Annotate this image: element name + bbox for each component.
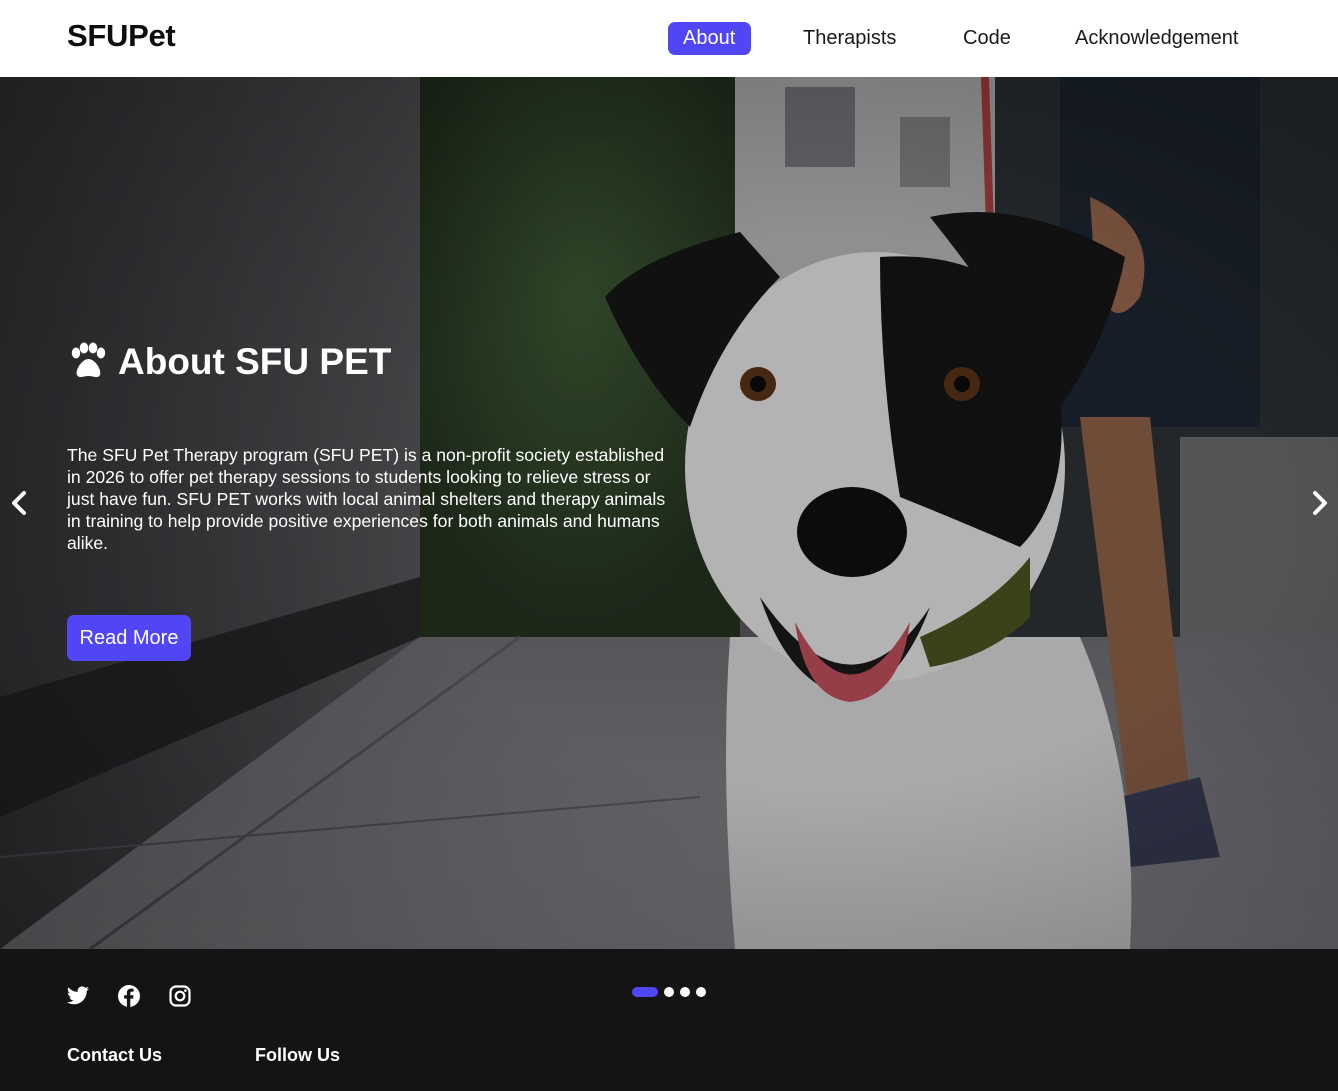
carousel-dot-2[interactable] [664,987,674,997]
chevron-right-icon[interactable] [1304,488,1334,518]
nav-item-acknowledgement[interactable]: Acknowledgement [1075,22,1238,55]
hero-title: About SFU PET [67,339,391,385]
footer-heading-follow: Follow Us [255,1045,340,1065]
nav-item-therapists[interactable]: Therapists [803,22,896,55]
site-logo[interactable]: SFUPet [67,18,176,54]
facebook-icon[interactable] [117,984,141,1008]
carousel-dot-4[interactable] [696,987,706,997]
twitter-icon[interactable] [66,984,90,1008]
hero-slide-content: About SFU PET The SFU Pet Therapy progra… [0,77,1338,949]
carousel-dot-3[interactable] [680,987,690,997]
nav-item-code[interactable]: Code [963,22,1011,55]
carousel-dot-1[interactable] [632,987,658,997]
paw-icon [71,342,106,378]
instagram-icon[interactable] [168,984,192,1008]
site-footer: Contact Us Follow Us [0,949,1338,1091]
site-header: SFUPet About Therapists Code Acknowledge… [0,0,1338,77]
hero-carousel: About SFU PET The SFU Pet Therapy progra… [0,77,1338,949]
chevron-left-icon[interactable] [5,488,35,518]
footer-heading-contact: Contact Us [67,1045,163,1065]
carousel-indicators [632,987,706,997]
read-more-button[interactable]: Read More [67,615,191,661]
nav-item-about[interactable]: About [668,22,751,55]
hero-description: The SFU Pet Therapy program (SFU PET) is… [67,445,666,553]
hero-title-text: About SFU PET [118,341,392,382]
